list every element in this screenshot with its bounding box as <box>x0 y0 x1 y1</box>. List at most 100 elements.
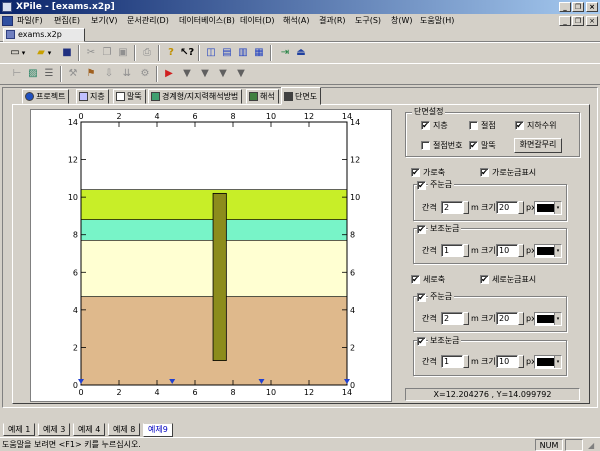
document-tab[interactable]: exams.x2p <box>3 28 85 42</box>
load-icon[interactable]: ⚒ <box>66 67 80 81</box>
open-dropdown[interactable]: ▾ <box>46 46 53 60</box>
menu-tools[interactable]: 도구(S) <box>355 15 381 27</box>
sheet-tab-example-3[interactable]: 예제 3 <box>38 423 71 436</box>
h-major-color-picker[interactable]: ▾ <box>534 201 562 215</box>
pile-checkbox[interactable]: ✔ <box>469 141 478 150</box>
h-major-checkbox[interactable]: ✔ <box>417 181 426 190</box>
menu-analysis[interactable]: 해석(A) <box>283 15 309 27</box>
mdi-minimize-button[interactable]: _ <box>559 16 571 26</box>
save-icon[interactable]: ■ <box>60 46 74 60</box>
h-major-interval-input[interactable]: 2 <box>441 201 463 214</box>
tab-section[interactable]: 단면도 <box>281 87 322 105</box>
exit-icon[interactable]: ⏏ <box>294 46 308 60</box>
screen-capture-button[interactable]: 화면갈무리 <box>514 138 562 153</box>
menu-database[interactable]: 데이터베이스(B) <box>179 15 235 27</box>
v-major-size-input[interactable]: 20 <box>496 312 518 325</box>
v-minor-size-spin[interactable] <box>518 355 524 368</box>
window-tile-v-icon[interactable]: ▥ <box>236 46 250 60</box>
result2-icon[interactable]: ▼ <box>198 67 212 81</box>
h-major-size-spin[interactable] <box>518 201 524 214</box>
menu-document[interactable]: 문서관리(D) <box>127 15 169 27</box>
h-axis-checkbox[interactable]: ✔ <box>411 168 420 177</box>
context-help-icon[interactable]: ↖? <box>180 46 194 60</box>
load3-icon[interactable]: ⇩ <box>102 67 116 81</box>
v-minor-size-input[interactable]: 10 <box>496 355 518 368</box>
v-major-checkbox[interactable]: ✔ <box>417 293 426 302</box>
sheet-tab-example-1[interactable]: 예제 1 <box>3 423 36 436</box>
tab-analysis[interactable]: 해석 <box>246 89 279 104</box>
v-major-interval-spin[interactable] <box>463 312 469 325</box>
resize-grip-icon[interactable]: ◢ <box>588 441 594 451</box>
mdi-close-button[interactable]: × <box>586 16 598 26</box>
print-icon[interactable]: ⎙ <box>140 46 154 60</box>
app-icon[interactable] <box>2 2 12 12</box>
tab-project[interactable]: 프로젝트 <box>22 89 70 104</box>
v-grid-show-checkbox[interactable]: ✔ <box>480 275 489 284</box>
v-minor-color-picker[interactable]: ▾ <box>534 355 562 369</box>
v-minor-checkbox[interactable]: ✔ <box>417 337 426 346</box>
menu-help[interactable]: 도움말(H) <box>420 15 454 27</box>
sheet-tab-example-9[interactable]: 예제9 <box>143 423 173 437</box>
h-minor-size-spin[interactable] <box>518 244 524 257</box>
menu-result[interactable]: 결과(R) <box>319 15 346 27</box>
h-minor-interval-spin[interactable] <box>463 244 469 257</box>
layer-icon[interactable]: ☰ <box>42 67 56 81</box>
water-level-checkbox[interactable]: ✔ <box>515 121 524 130</box>
h-minor-checkbox[interactable]: ✔ <box>417 225 426 234</box>
section-icon <box>284 92 293 101</box>
copy-icon[interactable]: ❐ <box>100 46 114 60</box>
v-major-size-spin[interactable] <box>518 312 524 325</box>
tab-layer[interactable]: 지층 <box>76 89 109 104</box>
h-grid-show-label: 가로눈금표시 <box>492 168 537 177</box>
v-minor-interval-spin[interactable] <box>463 355 469 368</box>
menu-edit[interactable]: 편집(E) <box>54 15 80 27</box>
help-icon[interactable]: ? <box>164 46 178 60</box>
soil-icon[interactable]: ▨ <box>26 67 40 81</box>
run-icon[interactable]: ▶ <box>162 67 176 81</box>
export-icon[interactable]: ⇥ <box>278 46 292 60</box>
menu-file[interactable]: 파일(F) <box>17 15 43 27</box>
h-major-interval-spin[interactable] <box>463 201 469 214</box>
settings-icon[interactable]: ⚙ <box>138 67 152 81</box>
result1-icon[interactable]: ▼ <box>180 67 194 81</box>
menu-view[interactable]: 보기(V) <box>91 15 117 27</box>
h-grid-show-checkbox[interactable]: ✔ <box>480 168 489 177</box>
section-drawing[interactable]: 00224466881010121214140 02 24 46 68 810 1012 12… <box>31 110 393 403</box>
node-number-checkbox[interactable] <box>421 141 430 150</box>
menu-data[interactable]: 데이터(D) <box>240 15 274 27</box>
tab-pile[interactable]: 말뚝 <box>113 89 146 104</box>
ground-checkbox[interactable]: ✔ <box>421 121 430 130</box>
h-minor-size-input[interactable]: 10 <box>496 244 518 257</box>
load4-icon[interactable]: ⇊ <box>120 67 134 81</box>
h-major-size-input[interactable]: 20 <box>496 201 518 214</box>
node-checkbox[interactable] <box>469 121 478 130</box>
h-major-unit-m: m <box>471 203 479 212</box>
h-minor-interval-input[interactable]: 1 <box>441 244 463 257</box>
v-axis-checkbox[interactable]: ✔ <box>411 275 420 284</box>
new-dropdown[interactable]: ▾ <box>20 46 27 60</box>
result3-icon[interactable]: ▼ <box>216 67 230 81</box>
sheet-tab-example-8[interactable]: 예제 8 <box>108 423 141 436</box>
maximize-button[interactable]: ❐ <box>572 2 584 12</box>
pile-icon[interactable]: ⊢ <box>10 67 24 81</box>
window-cascade-icon[interactable]: ◫ <box>204 46 218 60</box>
result4-icon[interactable]: ▼ <box>234 67 248 81</box>
tab-method[interactable]: 경계형/지지력해석방법 <box>148 89 243 104</box>
section-canvas[interactable]: 0 0 2 2 4 4 6 6 8 8 10 10 12 12 14 14 0 0 2 2 4 4 6 6 8 8 10 10 12 12… <box>30 109 392 402</box>
close-button[interactable]: × <box>586 2 598 12</box>
window-tile-h-icon[interactable]: ▤ <box>220 46 234 60</box>
window-arrange-icon[interactable]: ▦ <box>252 46 266 60</box>
minimize-button[interactable]: _ <box>559 2 571 12</box>
load2-icon[interactable]: ⚑ <box>84 67 98 81</box>
menu-window[interactable]: 창(W) <box>391 15 413 27</box>
document-icon[interactable] <box>2 16 13 26</box>
mdi-restore-button[interactable]: ❐ <box>572 16 584 26</box>
h-minor-color-picker[interactable]: ▾ <box>534 244 562 258</box>
paste-icon[interactable]: ▣ <box>116 46 130 60</box>
v-major-interval-input[interactable]: 2 <box>441 312 463 325</box>
tab-analysis-label: 해석 <box>260 92 275 101</box>
sheet-tab-example-4[interactable]: 예제 4 <box>73 423 106 436</box>
cut-icon[interactable]: ✂ <box>84 46 98 60</box>
v-minor-interval-input[interactable]: 1 <box>441 355 463 368</box>
v-major-color-picker[interactable]: ▾ <box>534 312 562 326</box>
